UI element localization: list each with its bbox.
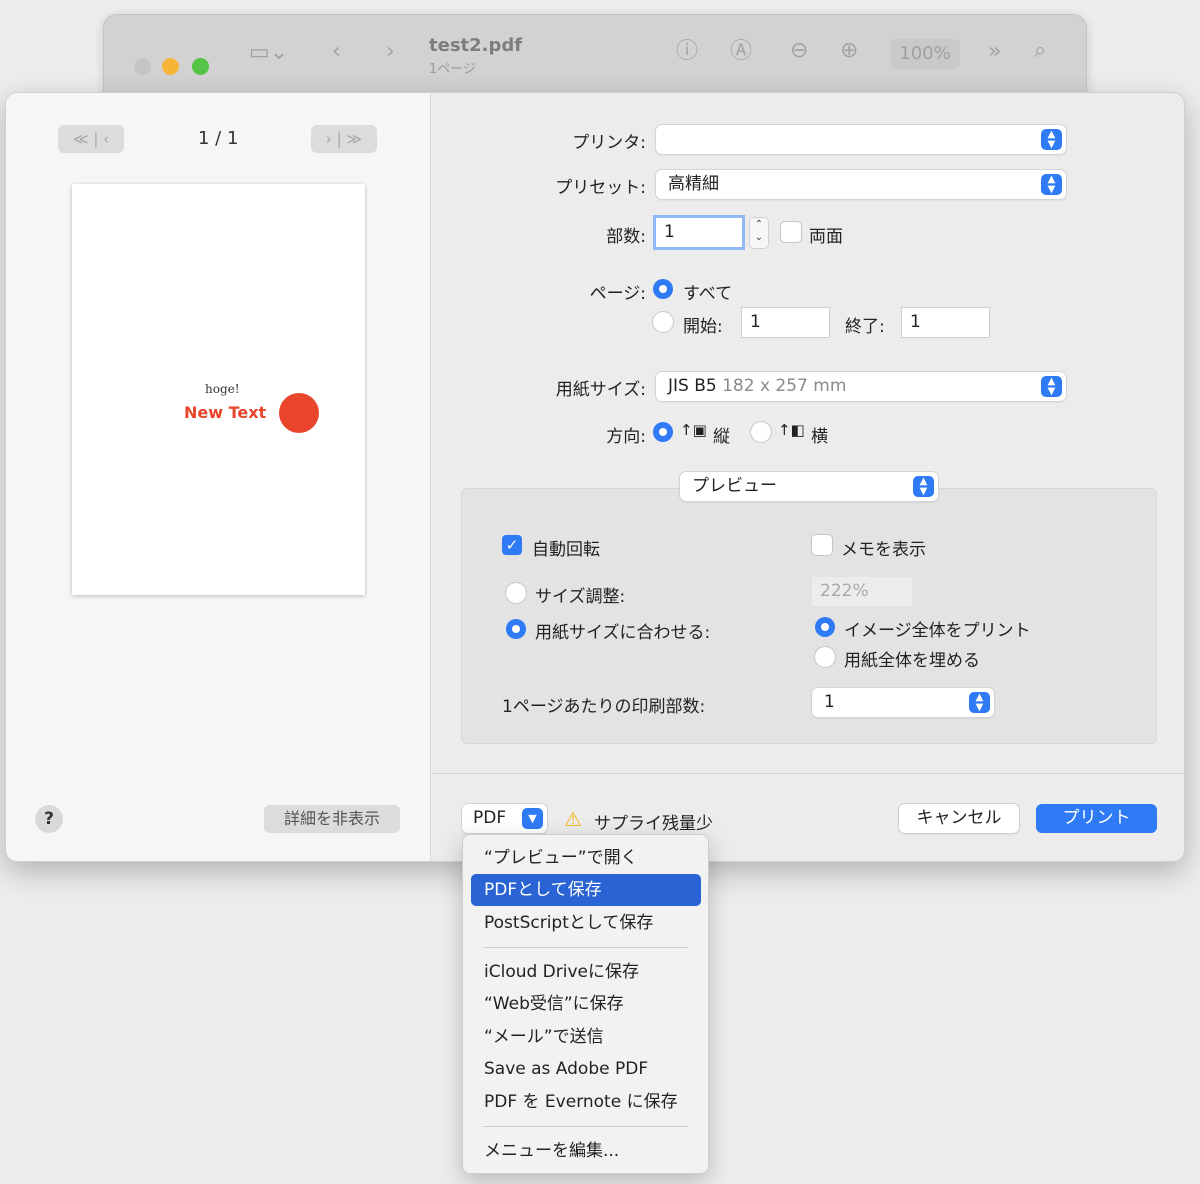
minimize-window-button[interactable]: [162, 58, 179, 75]
close-window-button[interactable]: [134, 58, 151, 75]
printer-popup[interactable]: ▲ ▼: [656, 125, 1066, 154]
scale-label: サイズ調整:: [535, 587, 626, 607]
auto-rotate-checkbox[interactable]: ✓: [502, 535, 522, 555]
pages-from-field[interactable]: 1: [742, 308, 829, 337]
duplex-label: 両面: [809, 227, 843, 247]
warning-icon: ⚠: [564, 807, 582, 831]
auto-rotate-label: 自動回転: [532, 540, 600, 560]
next-last-page-button[interactable]: › | ≫: [311, 125, 377, 153]
chevron-updown-icon: ▲ ▼: [913, 476, 934, 497]
markup-icon[interactable]: Ⓐ: [730, 41, 752, 63]
landscape-radio[interactable]: [751, 422, 771, 442]
forward-icon[interactable]: ›: [386, 41, 395, 63]
menu-item-save-evernote[interactable]: PDF を Evernote に保存: [471, 1086, 701, 1118]
fit-to-paper-radio[interactable]: [506, 619, 526, 639]
menu-item-send-mail[interactable]: “メール”で送信: [471, 1021, 701, 1053]
pages-range-radio[interactable]: [653, 312, 673, 332]
pages-to-field[interactable]: 1: [902, 308, 989, 337]
paper-size-value: JIS B5: [668, 376, 717, 396]
fill-paper-radio[interactable]: [815, 647, 835, 667]
menu-item-save-as-pdf[interactable]: PDFとして保存: [471, 874, 701, 906]
fit-to-paper-label: 用紙サイズに合わせる:: [535, 623, 711, 643]
zoom-out-icon[interactable]: ⊖: [790, 40, 808, 62]
chevron-down-icon: ▼: [522, 808, 543, 829]
printer-label: プリンタ:: [572, 133, 646, 153]
window-title: test2.pdf: [429, 35, 523, 56]
preview-section-value: プレビュー: [692, 476, 777, 496]
chevron-updown-icon: ▲ ▼: [969, 692, 990, 713]
page-thumbnail: hoge! New Text: [72, 184, 365, 595]
footer-divider: [432, 773, 1184, 774]
pages-from-label: 開始:: [683, 317, 723, 337]
page-red-circle: [279, 393, 319, 433]
zoom-in-icon[interactable]: ⊕: [840, 40, 858, 62]
supply-warning-text: サプライ残量少: [594, 814, 713, 834]
orientation-label: 方向:: [606, 427, 646, 447]
paper-size-popup[interactable]: JIS B5 182 x 257 mm ▲ ▼: [656, 372, 1066, 401]
page-text-large: New Text: [184, 403, 267, 422]
print-entire-radio[interactable]: [815, 617, 835, 637]
preview-options-group: ✓ 自動回転 メモを表示 サイズ調整: 222% 用紙サイズに合わせる: イメー…: [461, 488, 1157, 744]
preset-label: プリセット:: [555, 178, 646, 198]
paper-size-label: 用紙サイズ:: [555, 380, 646, 400]
menu-item-save-icloud[interactable]: iCloud Driveに保存: [471, 956, 701, 988]
page-text-small: hoge!: [205, 382, 240, 396]
menu-item-save-web-receipts[interactable]: “Web受信”に保存: [471, 988, 701, 1020]
copies-per-page-popup[interactable]: 1 ▲ ▼: [812, 688, 994, 717]
menu-separator: [483, 1126, 688, 1127]
cancel-button[interactable]: キャンセル: [899, 804, 1019, 833]
chevron-updown-icon: ▲ ▼: [1041, 129, 1062, 150]
first-prev-page-button[interactable]: ≪ | ‹: [58, 125, 124, 153]
back-icon[interactable]: ‹: [332, 41, 341, 63]
portrait-radio[interactable]: [653, 422, 673, 442]
scale-radio[interactable]: [506, 583, 526, 603]
copies-label: 部数:: [606, 227, 646, 247]
preset-popup[interactable]: 高精細 ▲ ▼: [656, 170, 1066, 199]
pages-label: ページ:: [589, 284, 646, 304]
chevron-updown-icon: ▲ ▼: [1041, 376, 1062, 397]
pages-all-label: すべて: [683, 284, 733, 304]
copies-stepper[interactable]: ⌃ ⌄: [750, 218, 768, 248]
menu-item-open-in-preview[interactable]: “プレビュー”で開く: [471, 842, 701, 874]
chevron-updown-icon: ▲ ▼: [1041, 174, 1062, 195]
portrait-icon: ↑▣: [680, 421, 707, 439]
copies-per-page-label: 1ページあたりの印刷部数:: [502, 697, 706, 717]
landscape-label: 横: [811, 427, 828, 447]
pages-all-radio[interactable]: [653, 279, 673, 299]
menu-item-save-as-postscript[interactable]: PostScriptとして保存: [471, 907, 701, 939]
print-button[interactable]: プリント: [1036, 804, 1157, 833]
page-indicator: 1 / 1: [198, 128, 239, 149]
sidebar-toggle-icon[interactable]: ▭⌄: [249, 42, 288, 64]
print-preview-pane: ≪ | ‹ 1 / 1 › | ≫ hoge! New Text ? 詳細を非表…: [6, 93, 431, 861]
menu-item-save-adobe-pdf[interactable]: Save as Adobe PDF: [471, 1053, 701, 1085]
info-icon[interactable]: ⓘ: [676, 41, 698, 63]
copies-field[interactable]: 1: [656, 218, 742, 247]
preview-section-popup[interactable]: プレビュー ▲ ▼: [680, 472, 938, 501]
landscape-icon: ↑◧: [778, 421, 805, 439]
pdf-button-label: PDF: [473, 808, 507, 828]
show-notes-checkbox[interactable]: [812, 535, 832, 555]
copies-per-page-value: 1: [824, 692, 835, 712]
duplex-checkbox[interactable]: [781, 222, 801, 242]
scale-field[interactable]: 222%: [812, 577, 912, 606]
pages-to-label: 終了:: [845, 317, 885, 337]
pdf-dropdown-menu: “プレビュー”で開く PDFとして保存 PostScriptとして保存 iClo…: [462, 834, 709, 1174]
menu-item-edit-menu[interactable]: メニューを編集...: [471, 1135, 701, 1167]
print-entire-label: イメージ全体をプリント: [844, 621, 1031, 641]
menu-separator: [483, 947, 688, 948]
zoom-level[interactable]: 100%: [890, 39, 960, 69]
pdf-menu-button[interactable]: PDF ▼: [462, 804, 547, 833]
preset-value: 高精細: [668, 174, 719, 194]
search-icon[interactable]: ⌕: [1034, 40, 1046, 62]
fill-paper-label: 用紙全体を埋める: [844, 651, 980, 671]
show-notes-label: メモを表示: [841, 540, 926, 560]
print-dialog: ≪ | ‹ 1 / 1 › | ≫ hoge! New Text ? 詳細を非表…: [5, 92, 1185, 862]
help-button[interactable]: ?: [35, 805, 63, 833]
zoom-window-button[interactable]: [192, 58, 209, 75]
hide-details-button[interactable]: 詳細を非表示: [264, 805, 400, 833]
paper-size-dims: 182 x 257 mm: [722, 376, 847, 396]
window-subtitle: 1ページ: [429, 62, 477, 77]
more-icon[interactable]: »: [988, 41, 1001, 63]
portrait-label: 縦: [713, 427, 730, 447]
